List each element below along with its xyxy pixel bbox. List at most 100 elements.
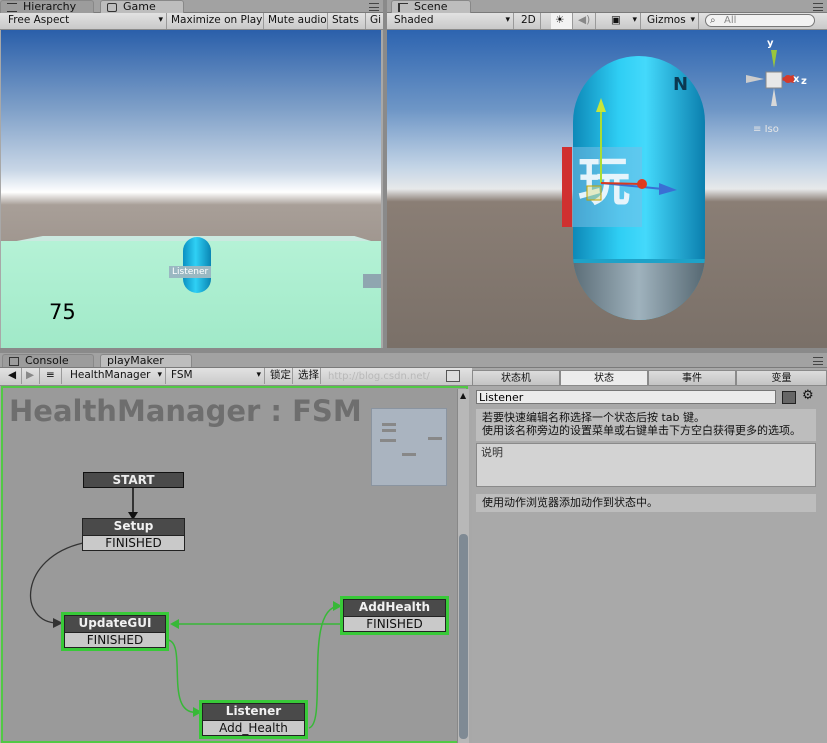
- forward-icon: ▶: [26, 369, 35, 381]
- hint-box: 若要快速编辑名称选择一个状态后按 tab 键。 使用该名称旁边的设置菜单或右键单…: [476, 409, 816, 441]
- setup-arrow: [53, 618, 63, 628]
- orient-left-cone: [746, 75, 764, 83]
- scene-icon: [398, 3, 408, 12]
- list-icon: ≡: [46, 369, 55, 381]
- tab-state[interactable]: 状态: [560, 370, 648, 386]
- move-gizmo[interactable]: [567, 90, 687, 210]
- forward-button[interactable]: ▶: [22, 368, 40, 384]
- mute-audio-button[interactable]: Mute audio: [264, 13, 328, 29]
- fsm-dropdown[interactable]: FSM: [167, 368, 265, 384]
- stats-label: Stats: [332, 14, 359, 26]
- gear-icon[interactable]: ⚙: [802, 388, 814, 403]
- setup-to-updategui: [29, 542, 84, 624]
- capsule-bottom-band: [573, 262, 705, 320]
- state-addhealth-event[interactable]: FINISHED: [344, 616, 445, 631]
- scroll-up-arrow[interactable]: ▲: [460, 391, 466, 400]
- lighting-toggle[interactable]: ☀: [551, 13, 573, 29]
- scene-menu-icon[interactable]: [813, 3, 823, 11]
- tab-hierarchy-label: Hierarchy: [23, 0, 77, 13]
- gizmos-dropdown[interactable]: Gizmos: [643, 13, 699, 29]
- owner-dropdown[interactable]: HealthManager: [66, 368, 166, 384]
- hint-line-2: 使用该名称旁边的设置菜单或右键单击下方空白获得更多的选项。: [482, 424, 801, 437]
- state-updategui-event[interactable]: FINISHED: [65, 632, 165, 647]
- audio-toggle[interactable]: ◀): [574, 13, 596, 29]
- minimap-toggle-icon[interactable]: [446, 370, 460, 382]
- listener-arrow: [193, 707, 202, 717]
- state-listener-event[interactable]: Add_Health: [203, 720, 304, 735]
- addhealth-arrow: [333, 601, 342, 611]
- tab-game-label: Game: [123, 0, 156, 13]
- listener-object-label: Listener: [169, 266, 212, 278]
- maximize-on-play-button[interactable]: Maximize on Play: [167, 13, 264, 29]
- tab-variables[interactable]: 变量: [736, 370, 827, 386]
- start-node[interactable]: START: [83, 472, 184, 488]
- axis-y-label: y: [767, 38, 774, 49]
- search-icon: ⌕: [710, 15, 716, 26]
- aspect-label: Free Aspect: [8, 14, 70, 26]
- state-setup-name: Setup: [83, 519, 184, 535]
- gizmo-plane-handle: [586, 185, 602, 201]
- listener-capsule: [183, 237, 211, 293]
- game-toolbar: Free Aspect Maximize on Play Mute audio …: [0, 13, 383, 30]
- bottom-menu-icon[interactable]: [813, 357, 823, 365]
- orientation-gizmo[interactable]: [742, 38, 812, 108]
- scrollbar-thumb[interactable]: [459, 534, 468, 739]
- tab-fsm[interactable]: 状态机: [472, 370, 560, 386]
- shading-label: Shaded: [394, 14, 434, 26]
- tab-hierarchy[interactable]: Hierarchy: [0, 0, 94, 13]
- lock-button[interactable]: 锁定: [266, 368, 293, 384]
- select-label: 选择: [298, 369, 319, 381]
- tab-scene[interactable]: Scene: [391, 0, 471, 13]
- gizmo-x-arrow: [659, 183, 677, 195]
- tab-playmaker[interactable]: playMaker: [100, 354, 192, 367]
- effects-dropdown[interactable]: ▣: [607, 13, 641, 29]
- transition-lines: [29, 488, 342, 729]
- aspect-dropdown[interactable]: Free Aspect: [4, 13, 167, 29]
- description-field[interactable]: 说明: [476, 443, 816, 487]
- tab-scene-label: Scene: [414, 0, 448, 13]
- tab-console[interactable]: Console: [2, 354, 94, 367]
- tab-game[interactable]: Game: [100, 0, 184, 13]
- hint-line-1: 若要快速编辑名称选择一个状态后按 tab 键。: [482, 411, 706, 424]
- watermark-text: http://blog.csdn.net/: [328, 371, 430, 382]
- scene-tabbar: Scene: [387, 0, 827, 13]
- projection-label: Iso: [764, 124, 779, 135]
- state-setup[interactable]: Setup FINISHED: [82, 518, 185, 551]
- fsm-graph-canvas[interactable]: HealthManager : FSM START Setup FINISHED…: [1, 386, 468, 743]
- state-inspector: 状态机 状态 事件 变量 ⚙ 若要快速编辑名称选择一个状态后按 tab 键。 使…: [472, 370, 827, 743]
- state-color-swatch[interactable]: [782, 391, 796, 404]
- orient-z-tip: [784, 75, 792, 83]
- projection-icon: ≡: [753, 124, 762, 135]
- projection-indicator[interactable]: ≡ Iso: [753, 124, 779, 135]
- updategui-to-listener: [167, 639, 200, 713]
- axis-x-label: x: [793, 74, 800, 85]
- graph-scrollbar[interactable]: ▲: [457, 389, 469, 743]
- state-name-field[interactable]: [476, 390, 776, 404]
- game-viewport[interactable]: Listener 75: [1, 30, 381, 348]
- state-updategui[interactable]: UpdateGUI FINISHED: [61, 612, 169, 651]
- actions-hint-text: 使用动作浏览器添加动作到状态中。: [482, 496, 658, 509]
- fsm-menu-button[interactable]: ≡: [42, 368, 62, 384]
- gizmos-button[interactable]: Gi: [366, 13, 383, 29]
- scene-viewport[interactable]: N 玩 y x z ≡ Iso: [387, 30, 827, 348]
- select-button[interactable]: 选择: [294, 368, 321, 384]
- state-addhealth[interactable]: AddHealth FINISHED: [340, 596, 449, 635]
- orient-cube: [765, 71, 783, 89]
- listener-object-text: Listener: [172, 267, 209, 277]
- panel-menu-icon[interactable]: [369, 3, 379, 11]
- back-button[interactable]: ◀: [4, 368, 22, 384]
- scene-search-input[interactable]: ⌕ All: [705, 14, 815, 27]
- state-listener[interactable]: Listener Add_Health: [199, 700, 308, 739]
- state-setup-event[interactable]: FINISHED: [83, 535, 184, 550]
- gizmo-z-axis: [600, 182, 643, 185]
- stats-button[interactable]: Stats: [328, 13, 366, 29]
- fsm-label: FSM: [171, 369, 193, 381]
- mode-2d-button[interactable]: 2D: [517, 13, 541, 29]
- sun-icon: ☀: [555, 14, 565, 26]
- image-icon: ▣: [611, 14, 621, 26]
- state-listener-name: Listener: [203, 704, 304, 720]
- tab-events[interactable]: 事件: [648, 370, 736, 386]
- shadow-band: [363, 274, 381, 288]
- shading-dropdown[interactable]: Shaded: [390, 13, 514, 29]
- owner-label: HealthManager: [70, 369, 151, 381]
